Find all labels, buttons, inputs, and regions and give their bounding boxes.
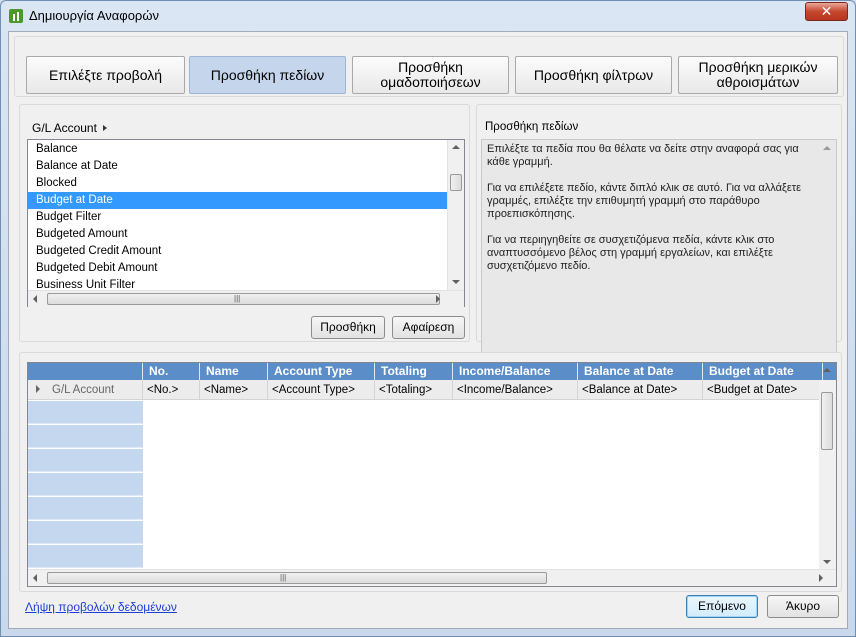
scroll-left-icon[interactable] — [33, 295, 37, 303]
field-list-item[interactable]: Budgeted Credit Amount — [28, 243, 447, 260]
download-views-link[interactable]: Λήψη προβολών δεδομένων — [25, 600, 177, 614]
tab-select-view[interactable]: Επιλέξτε προβολή — [26, 56, 185, 94]
info-paragraph: Επιλέξτε τα πεδία που θα θέλατε να δείτε… — [487, 143, 799, 168]
scroll-down-icon[interactable] — [452, 280, 460, 284]
add-field-button[interactable]: Προσθήκη — [311, 316, 385, 339]
table-name: G/L Account — [32, 121, 97, 135]
field-list-item[interactable]: Balance at Date — [28, 158, 447, 175]
row-header[interactable]: G/L Account — [28, 380, 143, 400]
grid-cell[interactable]: <Income/Balance> — [453, 380, 578, 400]
scroll-right-icon[interactable] — [819, 574, 823, 582]
scroll-up-icon[interactable] — [823, 146, 831, 150]
preview-grid[interactable]: No. Name Account Type Totaling Income/Ba… — [27, 362, 837, 587]
scroll-left-icon[interactable] — [33, 574, 37, 582]
report-builder-window: Δημιουργία Αναφορών ✕ Επιλέξτε προβολή Π… — [0, 0, 856, 637]
empty-row-header — [28, 449, 143, 472]
field-list-item[interactable]: Budgeted Debit Amount — [28, 260, 447, 277]
grid-cell[interactable]: <Balance at Date> — [578, 380, 703, 400]
grid-vertical-scrollbar[interactable] — [819, 368, 836, 569]
row-label: G/L Account — [52, 384, 115, 396]
remove-field-button[interactable]: Αφαίρεση — [392, 316, 465, 339]
tab-add-subtotals[interactable]: Προσθήκη μερικών αθροισμάτων — [678, 56, 838, 94]
fields-vertical-scrollbar[interactable] — [447, 140, 464, 290]
empty-row-header — [28, 545, 143, 568]
empty-row-header — [28, 521, 143, 544]
row-indicator-icon — [36, 385, 40, 393]
empty-row-header — [28, 473, 143, 496]
app-icon — [9, 9, 23, 23]
info-paragraph: Για να επιλέξετε πεδίο, κάντε διπλό κλικ… — [487, 182, 802, 220]
cancel-button[interactable]: Άκυρο — [767, 595, 839, 618]
grid-cell[interactable]: <No.> — [143, 380, 200, 400]
column-header[interactable]: Account Type — [268, 363, 375, 380]
field-list-item[interactable]: Balance — [28, 141, 447, 158]
wizard-steps: Επιλέξτε προβολή Προσθήκη πεδίων Προσθήκ… — [14, 36, 844, 97]
info-title: Προσθήκη πεδίων — [485, 121, 579, 133]
next-button[interactable]: Επόμενο — [686, 595, 758, 618]
dialog-body: Επιλέξτε προβολή Προσθήκη πεδίων Προσθήκ… — [8, 31, 848, 629]
grid-cell[interactable]: <Name> — [200, 380, 268, 400]
scroll-thumb[interactable] — [821, 392, 833, 450]
grid-cell[interactable]: <Account Type> — [268, 380, 375, 400]
column-header[interactable]: Budget at Date — [703, 363, 823, 380]
chevron-right-icon — [102, 125, 107, 131]
scroll-up-icon[interactable] — [452, 145, 460, 149]
info-paragraph: Για να περιηγηθείτε σε συσχετιζόμενα πεδ… — [487, 234, 775, 272]
close-button[interactable]: ✕ — [805, 2, 848, 21]
title-bar: Δημιουργία Αναφορών ✕ — [1, 1, 855, 31]
field-list-item[interactable]: Budgeted Amount — [28, 226, 447, 243]
fields-listbox[interactable]: Balance Balance at Date Blocked Budget at D… — [27, 139, 465, 307]
fields-list: Balance Balance at Date Blocked Budget at D… — [28, 141, 447, 294]
tab-add-groupings[interactable]: Προσθήκη ομαδοποιήσεων — [352, 56, 509, 94]
window-title: Δημιουργία Αναφορών — [29, 8, 159, 23]
scroll-thumb[interactable] — [450, 174, 462, 191]
grid-horizontal-scrollbar[interactable]: ||| — [28, 569, 836, 586]
scroll-up-icon[interactable] — [823, 368, 831, 372]
field-list-item[interactable]: Blocked — [28, 175, 447, 192]
grid-corner-header — [28, 363, 143, 380]
grip-icon: ||| — [280, 573, 287, 582]
tab-add-filters[interactable]: Προσθήκη φίλτρων — [515, 56, 672, 94]
scroll-right-icon[interactable] — [436, 295, 440, 303]
empty-row-header — [28, 497, 143, 520]
grip-icon: ||| — [234, 294, 241, 303]
field-list-item[interactable]: Budget at Date — [28, 192, 447, 209]
info-text-box: Επιλέξτε τα πεδία που θα θέλατε να δείτε… — [481, 139, 837, 367]
fields-horizontal-scrollbar[interactable]: ||| — [28, 290, 464, 307]
column-header[interactable]: Income/Balance — [453, 363, 578, 380]
column-header[interactable]: Name — [200, 363, 268, 380]
info-vertical-scrollbar[interactable] — [819, 140, 836, 366]
column-header[interactable]: No. — [143, 363, 200, 380]
scroll-down-icon[interactable] — [823, 560, 831, 564]
grid-cell[interactable]: <Budget at Date> — [703, 380, 823, 400]
column-header[interactable]: Totaling — [375, 363, 453, 380]
scroll-thumb[interactable] — [47, 293, 440, 305]
grid-cell[interactable]: <Totaling> — [375, 380, 453, 400]
column-header[interactable]: Balance at Date — [578, 363, 703, 380]
empty-row-header — [28, 401, 143, 424]
table-selector[interactable]: G/L Account — [32, 121, 107, 135]
empty-row-header — [28, 425, 143, 448]
tab-add-fields[interactable]: Προσθήκη πεδίων — [189, 56, 346, 94]
scroll-thumb[interactable] — [47, 572, 547, 584]
field-list-item[interactable]: Budget Filter — [28, 209, 447, 226]
